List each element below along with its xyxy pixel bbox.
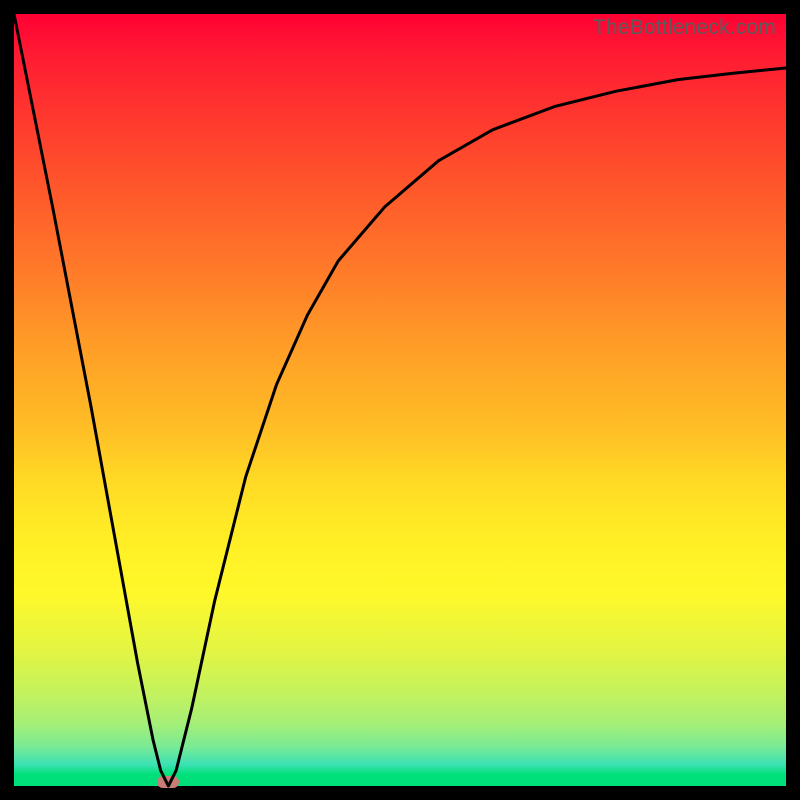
curve-path bbox=[14, 14, 786, 786]
bottleneck-curve bbox=[14, 14, 786, 786]
chart-frame: TheBottleneck.com bbox=[0, 0, 800, 800]
plot-area: TheBottleneck.com bbox=[14, 14, 786, 786]
